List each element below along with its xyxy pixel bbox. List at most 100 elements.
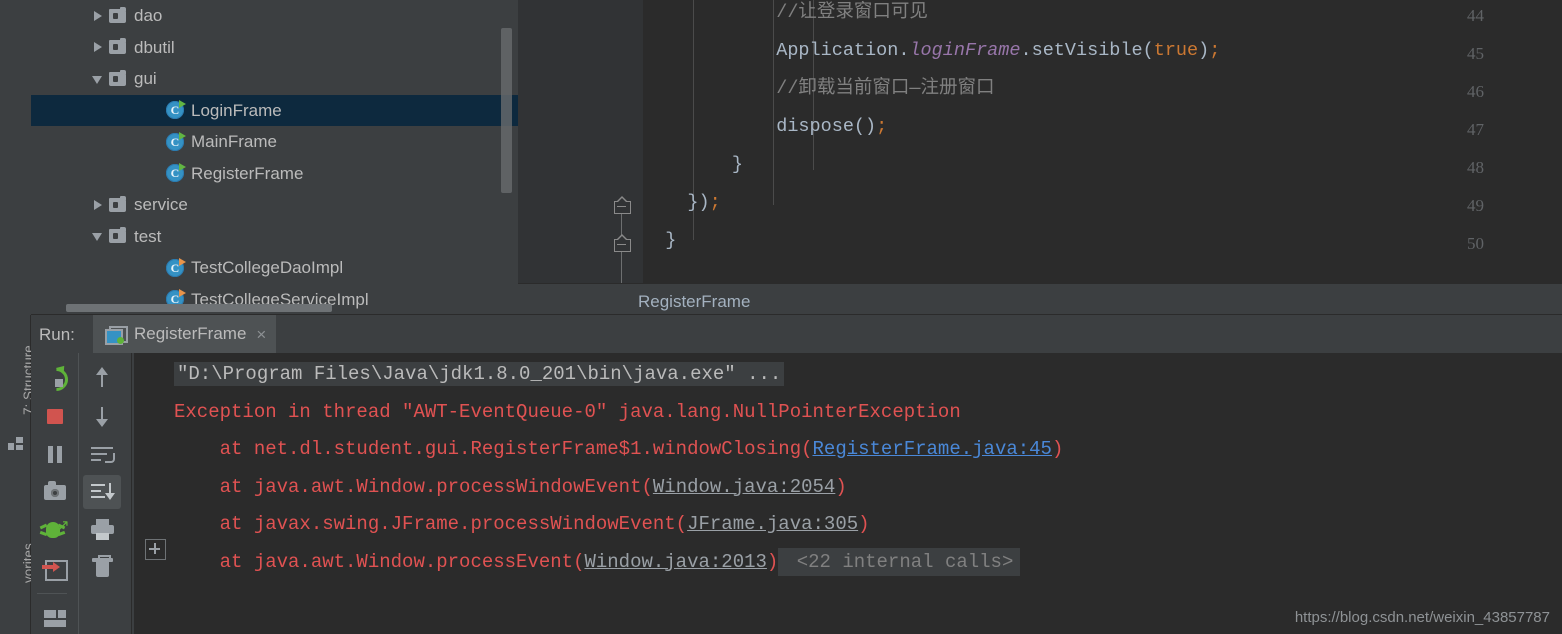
stack-frame-suffix: ) [766, 550, 779, 573]
tree-item-test[interactable]: test [31, 221, 518, 253]
java-class-icon: C [166, 131, 186, 151]
console-line: at javax.swing.JFrame.processWindowEvent… [174, 506, 870, 544]
camera-icon [36, 475, 74, 509]
watermark-url: https://blog.csdn.net/weixin_43857787 [1294, 609, 1550, 626]
project-tree-vertical-scrollbar[interactable] [501, 28, 512, 193]
run-tool-window: Run: RegisterFrame × ↗ "D:\Program Files… [31, 314, 1562, 634]
folder-icon [109, 69, 126, 86]
code-token: . [898, 40, 910, 61]
stop-icon [36, 399, 74, 433]
clear-all-button[interactable] [83, 551, 121, 585]
tree-item-label: dao [134, 6, 163, 26]
tree-item-testcollegedaoimpl[interactable]: C TestCollegeDaoImpl [31, 252, 518, 284]
console-command-line: "D:\Program Files\Java\jdk1.8.0_201\bin\… [174, 362, 785, 386]
line-number: 45 [1467, 44, 1484, 63]
tree-item-registerframe[interactable]: C RegisterFrame [31, 158, 518, 190]
soft-wrap-button[interactable] [83, 437, 121, 471]
stack-frame-text: at net.dl.student.gui.RegisterFrame$1.wi… [174, 438, 813, 460]
console-output[interactable]: "D:\Program Files\Java\jdk1.8.0_201\bin\… [132, 353, 1562, 634]
print-button[interactable] [83, 513, 121, 547]
stop-button[interactable] [36, 399, 74, 433]
folder-icon [109, 227, 126, 244]
code-line-48[interactable]: } [643, 146, 743, 184]
stack-frame-text: at java.awt.Window.processWindowEvent( [174, 475, 653, 498]
console-exception-header: Exception in thread "AWT-EventQueue-0" j… [174, 400, 961, 423]
chevron-down-icon[interactable] [91, 72, 105, 86]
code-token: //让登录窗口可见 [643, 2, 928, 23]
code-token: Application [643, 40, 899, 61]
rerun-icon [36, 361, 74, 396]
code-line-46[interactable]: //卸载当前窗口—注册窗口 [643, 70, 995, 108]
console-line: at java.awt.Window.processEvent(Window.j… [174, 544, 1021, 582]
stack-frame-link[interactable]: RegisterFrame.java:45 [813, 438, 1052, 460]
next-occurrence-button[interactable] [83, 399, 121, 433]
folded-internal-calls[interactable]: <22 internal calls> [778, 547, 1021, 576]
stack-frame-link: JFrame.java:305 [687, 513, 859, 535]
structure-icon [8, 437, 23, 450]
close-icon[interactable]: × [256, 326, 266, 343]
fold-connector-line-lower [621, 255, 622, 283]
pause-button[interactable] [36, 437, 74, 471]
screenshot-button[interactable] [36, 475, 74, 509]
code-line-49[interactable]: }); [643, 184, 721, 222]
java-class-icon: C [166, 100, 186, 120]
project-tree-panel[interactable]: dao dbutil gui C LoginFrame C MainFrame C Regist… [31, 0, 518, 314]
run-panel-toolbar: ↗ [31, 353, 132, 634]
code-token: loginFrame [909, 40, 1021, 61]
debug-icon: ↗ [36, 513, 74, 547]
line-number: 50 [1467, 234, 1484, 253]
pause-icon [36, 437, 74, 471]
console-line: Exception in thread "AWT-EventQueue-0" j… [174, 394, 961, 432]
console-line: at net.dl.student.gui.RegisterFrame$1.wi… [174, 431, 1064, 469]
tree-item-mainframe[interactable]: C MainFrame [31, 126, 518, 158]
console-line: "D:\Program Files\Java\jdk1.8.0_201\bin\… [174, 356, 785, 394]
console-line: at java.awt.Window.processWindowEvent(Wi… [174, 469, 847, 507]
debug-button[interactable]: ↗ [36, 513, 74, 547]
rerun-button[interactable] [36, 361, 74, 396]
code-token: .setVisible( [1020, 40, 1154, 61]
folder-icon [109, 6, 126, 23]
console-left-rail [132, 353, 134, 634]
code-line-50[interactable]: } [643, 222, 676, 260]
tree-item-gui[interactable]: gui [31, 63, 518, 95]
code-token: //卸载当前窗口—注册窗口 [643, 78, 995, 99]
expand-internal-calls-button[interactable] [145, 539, 166, 560]
code-token: ; [709, 192, 721, 213]
tree-item-label: LoginFrame [191, 100, 282, 120]
layout-button[interactable] [36, 601, 74, 634]
chevron-down-icon[interactable] [91, 229, 105, 243]
export-button[interactable] [36, 551, 74, 585]
code-editor[interactable]: 44 45 46 47 48 49 50 //让登录窗口可见 Application.log… [518, 0, 1562, 283]
java-class-icon: C [166, 163, 186, 183]
code-token: }) [643, 192, 710, 213]
code-token: true [1153, 40, 1199, 61]
stack-frame-link: Window.java:2013 [584, 550, 767, 573]
tree-item-loginframe[interactable]: C LoginFrame [31, 94, 518, 126]
fold-marker-line-50[interactable] [614, 234, 631, 255]
code-line-44[interactable]: //让登录窗口可见 [643, 0, 928, 32]
run-panel-label: Run: [39, 325, 75, 344]
code-token: } [643, 230, 677, 251]
stack-frame-suffix: ) [858, 513, 870, 535]
soft-wrap-icon [83, 437, 121, 471]
fold-marker-line-49[interactable] [614, 196, 631, 217]
run-tab-registerframe[interactable]: RegisterFrame × [93, 315, 277, 355]
chevron-right-icon[interactable] [91, 9, 105, 23]
chevron-right-icon[interactable] [91, 40, 105, 54]
project-tree-horizontal-scrollbar[interactable] [66, 304, 332, 312]
stack-frame-suffix: ) [1051, 438, 1064, 460]
tree-item-dbutil[interactable]: dbutil [31, 32, 518, 64]
scroll-to-end-button[interactable] [83, 475, 121, 509]
line-number: 47 [1467, 120, 1484, 139]
layout-icon [36, 601, 74, 634]
code-line-45[interactable]: Application.loginFrame.setVisible(true); [643, 32, 1220, 70]
tree-item-label: MainFrame [191, 132, 277, 152]
code-line-47[interactable]: dispose(); [643, 108, 887, 146]
previous-occurrence-button[interactable] [83, 361, 121, 395]
tree-item-service[interactable]: service [31, 189, 518, 221]
code-token: ; [1209, 40, 1221, 61]
line-number: 48 [1467, 158, 1484, 177]
chevron-right-icon[interactable] [91, 198, 105, 212]
breadcrumb-class[interactable]: RegisterFrame [638, 292, 750, 312]
tree-item-dao[interactable]: dao [31, 0, 518, 32]
